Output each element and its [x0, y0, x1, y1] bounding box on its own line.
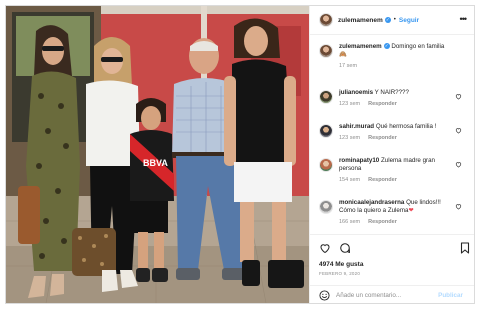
comment-item: monicaalejandraserna Que lindos!!! Cómo …: [319, 199, 469, 226]
comment-time[interactable]: 123 sem: [339, 135, 360, 141]
commenter-avatar[interactable]: [319, 200, 333, 214]
comment-item: rominapaty10 Zulema madre gran persona 1…: [319, 157, 469, 184]
commenter-avatar[interactable]: [319, 90, 333, 104]
post-date[interactable]: Febrero 9, 2020: [319, 271, 360, 276]
comment-username[interactable]: julianoemis: [339, 89, 373, 96]
author-username[interactable]: zulemamenem ✓: [338, 17, 391, 24]
heart-icon[interactable]: [319, 242, 331, 254]
post-sidebar: zulemamenem ✓ • Seguir ••• zulemamenem ✓ D…: [309, 6, 474, 303]
reply-button[interactable]: Responder: [368, 177, 397, 183]
caption: zulemamenem ✓ Domingo en familia 🙈 17 sem: [319, 43, 469, 70]
commenter-avatar[interactable]: [319, 124, 333, 138]
comment-input[interactable]: Añade un comentario...: [336, 292, 401, 299]
commenter-avatar[interactable]: [319, 158, 333, 172]
comment-text: Y NAIR????: [374, 89, 409, 96]
publish-comment-button[interactable]: Publicar: [438, 292, 463, 299]
comment-icon[interactable]: [339, 242, 351, 254]
bookmark-icon[interactable]: [460, 242, 470, 254]
post-header: zulemamenem ✓ • Seguir •••: [310, 6, 474, 35]
likes-count[interactable]: 4974 Me gusta: [319, 261, 363, 268]
verified-badge-icon: ✓: [383, 43, 390, 50]
reply-button[interactable]: Responder: [368, 101, 397, 107]
like-comment-heart-icon[interactable]: [455, 93, 462, 100]
family-photo-illustration: BBVA: [6, 6, 309, 303]
caption-emoji: 🙈: [339, 51, 347, 58]
post-photo[interactable]: BBVA: [6, 6, 309, 303]
comment-username[interactable]: monicaalejandraserna: [339, 199, 404, 206]
comment-time[interactable]: 154 sem: [339, 177, 360, 183]
comments-list[interactable]: zulemamenem ✓ Domingo en familia 🙈 17 sem…: [310, 36, 474, 234]
comment-item: sahir.murad Qué hermosa familia ! 123 se…: [319, 123, 469, 142]
emoji-smiley-icon[interactable]: [319, 289, 330, 301]
verified-badge-icon: ✓: [384, 16, 391, 23]
like-comment-heart-icon[interactable]: [455, 127, 462, 134]
comment-time[interactable]: 166 sem: [339, 219, 360, 225]
comment-text: Qué hermosa familia !: [375, 123, 437, 130]
author-avatar[interactable]: [319, 13, 333, 27]
caption-text: Domingo en familia: [391, 43, 445, 50]
reply-button[interactable]: Responder: [368, 219, 397, 225]
like-comment-heart-icon[interactable]: [455, 161, 462, 168]
comment-emoji: ❤: [408, 207, 414, 214]
instagram-post: BBVA zulemamenem ✓ • Seguir ••• zulemame…: [5, 5, 475, 304]
caption-time[interactable]: 17 sem: [339, 63, 357, 69]
more-horizontal-icon[interactable]: •••: [460, 15, 468, 24]
separator-dot: •: [393, 17, 396, 23]
comment-username[interactable]: sahir.murad: [339, 123, 374, 130]
follow-button[interactable]: Seguir: [399, 17, 419, 24]
reply-button[interactable]: Responder: [368, 135, 397, 141]
like-comment-heart-icon[interactable]: [455, 203, 462, 210]
comment-item: julianoemis Y NAIR???? 123 sem Responder: [319, 89, 469, 108]
caption-username[interactable]: zulemamenem: [339, 43, 382, 50]
post-actions: 4974 Me gusta Febrero 9, 2020 Añade un c…: [310, 234, 474, 303]
caption-avatar[interactable]: [319, 44, 333, 58]
comment-time[interactable]: 123 sem: [339, 101, 360, 107]
comment-username[interactable]: rominapaty10: [339, 157, 379, 164]
add-comment-bar: Añade un comentario... Publicar: [310, 285, 474, 303]
jersey-sponsor-logo: BBVA: [143, 158, 168, 168]
